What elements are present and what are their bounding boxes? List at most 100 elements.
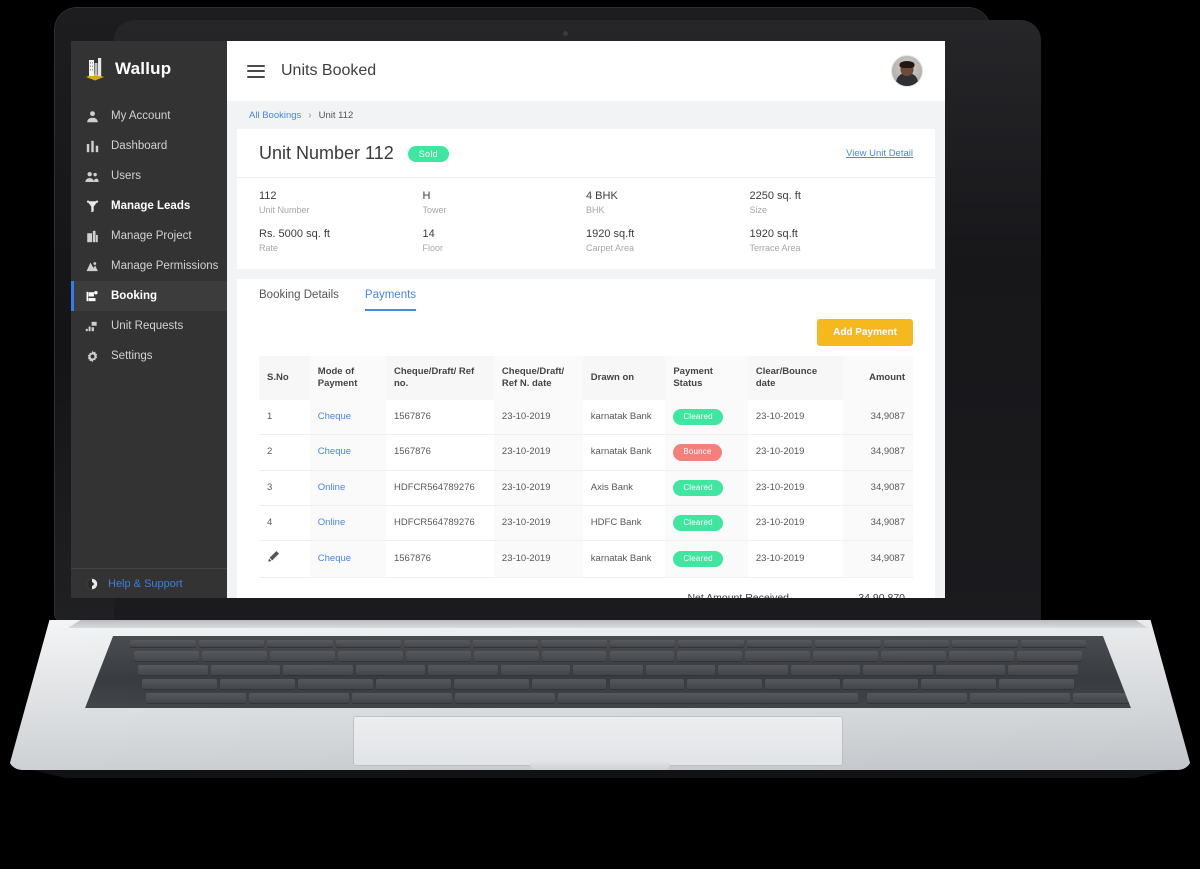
- table-row[interactable]: 3 Online HDFCR564789276 23-10-2019 Axis …: [259, 470, 913, 506]
- card-spacer: [237, 269, 935, 279]
- cell-drawn-on: karnatak Bank: [582, 540, 666, 578]
- keyboard-key: [745, 651, 811, 662]
- keyboard-key: [573, 665, 643, 676]
- keyboard-key: [146, 693, 246, 704]
- sidebar-item-booking[interactable]: Booking: [71, 281, 227, 311]
- cell-ref: 1567876: [385, 399, 494, 436]
- sidebar-item-users[interactable]: Users: [71, 161, 227, 191]
- table-row[interactable]: 2 Cheque 1567876 23-10-2019 karnatak Ban…: [259, 434, 913, 471]
- mode-link[interactable]: Cheque: [318, 446, 351, 457]
- help-and-support-label: Help & Support: [108, 577, 183, 590]
- hamburger-icon[interactable]: [247, 64, 265, 78]
- status-badge: Cleared: [673, 479, 723, 496]
- mode-link[interactable]: Online: [318, 482, 345, 493]
- keyboard-row: [85, 665, 1131, 677]
- breadcrumb-all-bookings[interactable]: All Bookings: [249, 110, 301, 121]
- keyboard-key: [1073, 693, 1131, 704]
- keyboard-key: [138, 665, 208, 676]
- sidebar-item-settings[interactable]: Settings: [71, 341, 227, 371]
- mode-link[interactable]: Online: [318, 517, 345, 528]
- unit-facts-row: Rs. 5000 sq. ft Rate 14 Floor 1920 sq.ft…: [259, 228, 913, 253]
- view-unit-detail-link[interactable]: View Unit Detail: [846, 148, 913, 159]
- funnel-icon: [85, 199, 99, 213]
- col-ref-no: Cheque/Draft/ Ref no.: [385, 356, 494, 400]
- cell-amount: 34,9087: [843, 540, 913, 578]
- brand-logo[interactable]: Wallup: [71, 41, 227, 101]
- keyboard-key: [609, 640, 675, 648]
- sidebar: Wallup My Account Dashboard Users Manage…: [71, 41, 227, 598]
- keyboard-key: [283, 665, 353, 676]
- cell-ref-date: 23-10-2019: [493, 540, 583, 578]
- keyboard-key: [645, 665, 716, 676]
- keyboard-key: [297, 679, 373, 690]
- cell-drawn-on: HDFC Bank: [582, 505, 666, 542]
- unit-facts-row: 112 Unit Number H Tower 4 BHK BHK 2250 s…: [259, 190, 913, 215]
- keyboard-key: [790, 665, 861, 676]
- keyboard-key: [921, 679, 997, 690]
- keyboard-key: [375, 679, 451, 690]
- cell-amount: 34,9087: [843, 470, 913, 506]
- sidebar-item-manage-leads[interactable]: Manage Leads: [71, 191, 227, 221]
- add-payment-button[interactable]: Add Payment: [817, 319, 913, 346]
- cell-ref: 1567876: [385, 540, 494, 578]
- sidebar-item-unit-requests[interactable]: Unit Requests: [71, 311, 227, 341]
- net-amount-row: Net Amount Received 34,90,870: [259, 578, 913, 598]
- keyboard-key: [609, 679, 685, 690]
- cell-ref-date: 23-10-2019: [493, 470, 583, 506]
- edit-pencil-icon[interactable]: [267, 551, 280, 566]
- mode-link[interactable]: Cheque: [318, 553, 351, 564]
- keyboard-row: [85, 693, 1131, 705]
- cell-ref: HDFCR564789276: [385, 505, 494, 542]
- keyboard-key: [134, 651, 199, 662]
- sidebar-item-manage-permissions[interactable]: Manage Permissions: [71, 251, 227, 281]
- gear-icon: [85, 349, 99, 363]
- cell-status: Bounce: [665, 434, 748, 471]
- cell-status: Cleared: [665, 399, 748, 436]
- keyboard-key: [949, 651, 1015, 662]
- cell-edit[interactable]: [259, 540, 310, 578]
- help-and-support-link[interactable]: Help & Support: [71, 568, 227, 598]
- tab-payments[interactable]: Payments: [364, 289, 417, 311]
- page-title: Units Booked: [281, 62, 377, 79]
- sidebar-item-dashboard[interactable]: Dashboard: [71, 131, 227, 161]
- cell-ref: 1567876: [385, 434, 494, 471]
- table-row[interactable]: Cheque 1567876 23-10-2019 karnatak Bank …: [259, 540, 913, 578]
- keyboard-key: [531, 679, 607, 690]
- unit-title: Unit Number 112: [259, 143, 394, 163]
- keyboard-key: [970, 693, 1070, 704]
- payments-actions: Add Payment: [259, 311, 913, 356]
- table-row[interactable]: 1 Cheque 1567876 23-10-2019 karnatak Ban…: [259, 399, 913, 436]
- col-ref-date: Cheque/Draft/ Ref N. date: [493, 356, 583, 400]
- sidebar-item-my-account[interactable]: My Account: [71, 101, 227, 131]
- table-row[interactable]: 4 Online HDFCR564789276 23-10-2019 HDFC …: [259, 505, 913, 542]
- keyboard-key: [765, 679, 841, 690]
- payments-table-head: S.No Mode of Payment Cheque/Draft/ Ref n…: [259, 356, 913, 400]
- keyboard-key: [198, 640, 264, 648]
- tab-booking-details[interactable]: Booking Details: [259, 289, 339, 311]
- mode-link[interactable]: Cheque: [318, 411, 351, 422]
- breadcrumb: All Bookings › Unit 112: [227, 101, 945, 129]
- keyboard-key: [687, 679, 763, 690]
- unit-summary-card: Unit Number 112 Sold View Unit Detail 11…: [237, 129, 935, 269]
- keyboard-key: [142, 679, 217, 690]
- cell-clear-date: 23-10-2019: [747, 399, 844, 436]
- booking-icon: [85, 289, 99, 303]
- fact-unit-number: 112 Unit Number: [259, 190, 310, 215]
- keyboard-key: [335, 640, 401, 648]
- status-badge: Bounce: [673, 444, 722, 461]
- keyboard-key: [843, 679, 919, 690]
- cell-ref-date: 23-10-2019: [493, 434, 583, 471]
- keyboard-key: [883, 640, 949, 648]
- cell-mode: Online: [309, 470, 386, 506]
- users-icon: [85, 169, 99, 183]
- net-amount-value: 34,90,870: [858, 591, 905, 598]
- unit-request-icon: [85, 319, 99, 333]
- keyboard: [85, 636, 1131, 708]
- cell-clear-date: 23-10-2019: [747, 434, 844, 471]
- sidebar-item-manage-project[interactable]: Manage Project: [71, 221, 227, 251]
- cell-amount: 34,9087: [843, 399, 913, 436]
- keyboard-key: [863, 665, 933, 676]
- fact-carpet-area: 1920 sq.ft Carpet Area: [586, 228, 635, 253]
- avatar[interactable]: [891, 55, 923, 87]
- cell-clear-date: 23-10-2019: [747, 470, 844, 506]
